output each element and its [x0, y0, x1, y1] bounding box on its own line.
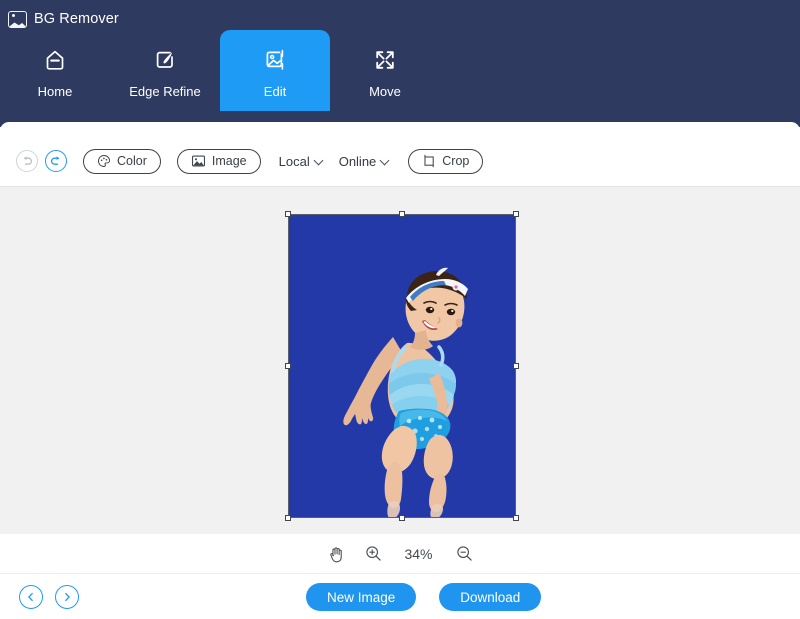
- picture-icon: [191, 155, 205, 167]
- previous-image-button[interactable]: [19, 584, 43, 609]
- undo-arrow-icon: [23, 156, 32, 165]
- baby-figure: [289, 215, 515, 517]
- nav-item-label: Edge Refine: [129, 84, 201, 99]
- crop-square-icon: [424, 154, 435, 168]
- resize-handle-top-left[interactable]: [285, 211, 291, 217]
- brand: BG Remover: [8, 8, 119, 30]
- resize-handle-bottom-left[interactable]: [285, 515, 291, 521]
- home-icon: [41, 46, 69, 74]
- zoom-level-label: 34%: [404, 545, 433, 562]
- nav-item-edge-refine[interactable]: Edge Refine: [110, 30, 220, 111]
- chevron-down-icon: [315, 157, 324, 166]
- local-dropdown[interactable]: Local: [277, 154, 326, 169]
- resize-handle-middle-right[interactable]: [513, 363, 519, 369]
- local-dropdown-label: Local: [278, 153, 310, 169]
- edited-image[interactable]: [288, 214, 516, 518]
- color-button-label: Color: [117, 154, 147, 168]
- undo-button[interactable]: [16, 150, 38, 172]
- image-button[interactable]: Image: [176, 148, 261, 174]
- hand-icon[interactable]: [328, 545, 345, 563]
- nav-item-label: Move: [369, 84, 401, 99]
- nav-item-label: Home: [37, 84, 73, 99]
- image-selection[interactable]: [285, 211, 519, 521]
- app-header: BG Remover Home Edge Refine Edit Move: [0, 0, 800, 127]
- chevron-down-icon: [381, 157, 390, 166]
- resize-handle-top-center[interactable]: [399, 211, 405, 217]
- move-arrows-icon: [371, 46, 399, 74]
- edit-toolbar: Color Image Local Online Crop: [0, 122, 800, 186]
- new-image-button[interactable]: New Image: [306, 583, 417, 611]
- image-canvas[interactable]: [0, 186, 800, 534]
- app-title: BG Remover: [34, 11, 119, 27]
- resize-handle-top-right[interactable]: [513, 211, 519, 217]
- app-window: BG Remover Home Edge Refine Edit Move Co…: [0, 0, 800, 619]
- footer-actions: New Image Download: [306, 583, 542, 611]
- download-button[interactable]: Download: [439, 583, 542, 611]
- resize-handle-middle-left[interactable]: [285, 363, 291, 369]
- palette-icon: [98, 155, 110, 167]
- nav-item-edit[interactable]: Edit: [220, 30, 330, 111]
- online-dropdown-label: Online: [338, 153, 377, 169]
- image-edit-icon: [261, 46, 289, 74]
- image-button-label: Image: [211, 154, 247, 168]
- zoom-toolbar: 34%: [0, 534, 800, 574]
- nav-item-move[interactable]: Move: [330, 30, 440, 111]
- redo-arrow-icon: [51, 156, 60, 165]
- redo-button[interactable]: [45, 150, 67, 172]
- nav-item-label: Edit: [263, 84, 287, 99]
- brush-square-icon: [151, 46, 179, 74]
- image-photo-icon: [8, 10, 27, 28]
- crop-button[interactable]: Crop: [408, 148, 484, 174]
- zoom-out-icon[interactable]: [456, 545, 473, 562]
- zoom-in-icon[interactable]: [365, 545, 382, 562]
- resize-handle-bottom-center[interactable]: [399, 515, 405, 521]
- online-dropdown[interactable]: Online: [337, 154, 393, 169]
- chevron-right-circle-icon: [65, 592, 70, 601]
- next-image-button[interactable]: [55, 584, 79, 609]
- crop-button-label: Crop: [442, 154, 470, 168]
- color-button[interactable]: Color: [83, 148, 161, 174]
- chevron-left-circle-icon: [28, 592, 33, 601]
- image-navigation: [19, 584, 79, 609]
- nav-item-home[interactable]: Home: [0, 30, 110, 111]
- resize-handle-bottom-right[interactable]: [513, 515, 519, 521]
- main-nav: Home Edge Refine Edit Move: [0, 30, 440, 111]
